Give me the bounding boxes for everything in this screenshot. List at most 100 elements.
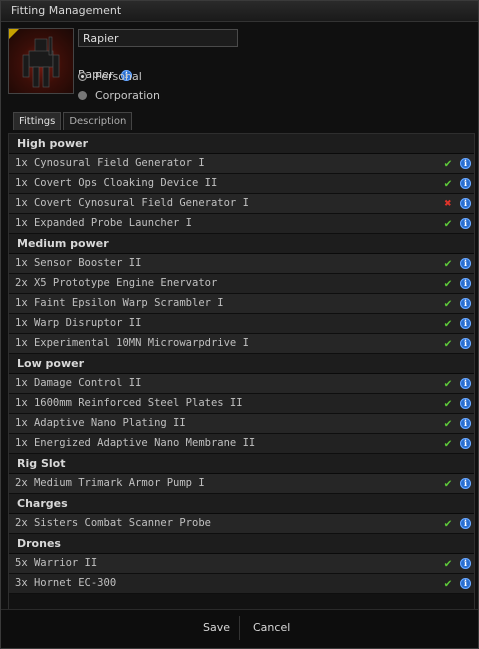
save-button[interactable]: Save — [193, 620, 240, 636]
info-icon[interactable]: i — [460, 318, 471, 329]
info-icon[interactable]: i — [460, 558, 471, 569]
checkmark-icon: ✔ — [444, 556, 452, 570]
fitting-header: Rapier i Personal Corporation — [1, 22, 478, 108]
module-row[interactable]: 1x Damage Control II ✔ i — [9, 374, 474, 394]
module-row[interactable]: 2x Medium Trimark Armor Pump I ✔ i — [9, 474, 474, 494]
section-header: High power — [9, 134, 474, 154]
info-icon[interactable]: i — [460, 158, 471, 169]
module-row[interactable]: 1x Sensor Booster II ✔ i — [9, 254, 474, 274]
checkmark-icon: ✔ — [444, 336, 452, 350]
section-items: 2x Medium Trimark Armor Pump I ✔ i — [9, 474, 474, 494]
tab-description[interactable]: Description — [63, 112, 133, 130]
section-items: 5x Warrior II ✔ i 3x Hornet EC-300 ✔ i — [9, 554, 474, 594]
checkmark-icon: ✔ — [444, 516, 452, 530]
module-label: 1x Covert Cynosural Field Generator I — [15, 197, 249, 209]
module-label: 1x Damage Control II — [15, 377, 142, 389]
info-icon[interactable]: i — [460, 438, 471, 449]
checkmark-icon: ✔ — [444, 296, 452, 310]
checkmark-icon: ✔ — [444, 376, 452, 390]
fitting-module-list[interactable]: High power 1x Cynosural Field Generator I… — [8, 133, 475, 611]
info-icon[interactable]: i — [460, 418, 471, 429]
module-row[interactable]: 1x Expanded Probe Launcher I ✔ i — [9, 214, 474, 234]
section-items: 1x Cynosural Field Generator I ✔ i 1x Cover… — [9, 154, 474, 234]
owner-personal-label: Personal — [95, 70, 142, 83]
dialog-footer: Save Cancel — [1, 609, 478, 648]
section-header: Low power — [9, 354, 474, 374]
module-label: 5x Warrior II — [15, 557, 98, 569]
checkmark-icon: ✔ — [444, 476, 452, 490]
section-header: Rig Slot — [9, 454, 474, 474]
checkmark-icon: ✔ — [444, 396, 452, 410]
module-row[interactable]: 1x Covert Ops Cloaking Device II ✔ i — [9, 174, 474, 194]
info-icon[interactable]: i — [460, 398, 471, 409]
section-items: 2x Sisters Combat Scanner Probe ✔ i — [9, 514, 474, 534]
module-label: 2x Medium Trimark Armor Pump I — [15, 477, 205, 489]
section-header: Medium power — [9, 234, 474, 254]
module-label: 1x Expanded Probe Launcher I — [15, 217, 193, 229]
info-icon[interactable]: i — [460, 338, 471, 349]
fitting-management-window: Fitting Management Rapier i — [0, 0, 479, 649]
module-row[interactable]: 1x Experimental 10MN Microwarpdrive I ✔ i — [9, 334, 474, 354]
section-header: Charges — [9, 494, 474, 514]
module-row[interactable]: 1x Faint Epsilon Warp Scrambler I ✔ i — [9, 294, 474, 314]
info-icon[interactable]: i — [460, 378, 471, 389]
module-label: 3x Hornet EC-300 — [15, 577, 117, 589]
fitting-name-input[interactable] — [78, 29, 238, 47]
owner-corporation-label: Corporation — [95, 89, 160, 102]
checkmark-icon: ✔ — [444, 276, 452, 290]
checkmark-icon: ✔ — [444, 576, 452, 590]
module-row[interactable]: 1x Adaptive Nano Plating II ✔ i — [9, 414, 474, 434]
button-divider — [239, 616, 240, 640]
module-label: 1x Cynosural Field Generator I — [15, 157, 205, 169]
module-row[interactable]: 1x Warp Disruptor II ✔ i — [9, 314, 474, 334]
module-label: 1x Covert Ops Cloaking Device II — [15, 177, 218, 189]
info-icon[interactable]: i — [460, 298, 471, 309]
tab-bar: Fittings Description — [13, 112, 478, 130]
module-row[interactable]: 1x Covert Cynosural Field Generator I ✖ i — [9, 194, 474, 214]
module-row[interactable]: 3x Hornet EC-300 ✔ i — [9, 574, 474, 594]
info-icon[interactable]: i — [460, 258, 471, 269]
checkmark-icon: ✔ — [444, 156, 452, 170]
tech-level-badge-icon — [9, 29, 19, 39]
tab-fittings[interactable]: Fittings — [13, 112, 62, 130]
checkmark-icon: ✔ — [444, 176, 452, 190]
section-header: Drones — [9, 534, 474, 554]
module-row[interactable]: 2x Sisters Combat Scanner Probe ✔ i — [9, 514, 474, 534]
module-label: 1x Faint Epsilon Warp Scrambler I — [15, 297, 224, 309]
checkmark-icon: ✔ — [444, 216, 452, 230]
info-icon[interactable]: i — [460, 478, 471, 489]
module-label: 1x Energized Adaptive Nano Membrane II — [15, 437, 256, 449]
info-icon[interactable]: i — [460, 178, 471, 189]
module-label: 1x Adaptive Nano Plating II — [15, 417, 186, 429]
module-row[interactable]: 5x Warrior II ✔ i — [9, 554, 474, 574]
owner-corporation-option[interactable]: Corporation — [78, 89, 160, 102]
module-row[interactable]: 1x 1600mm Reinforced Steel Plates II ✔ i — [9, 394, 474, 414]
module-label: 1x Warp Disruptor II — [15, 317, 142, 329]
owner-personal-option[interactable]: Personal — [78, 70, 142, 83]
window-title[interactable]: Fitting Management — [1, 1, 478, 22]
ship-thumbnail[interactable] — [8, 28, 74, 94]
missing-x-icon: ✖ — [444, 196, 452, 210]
info-icon[interactable]: i — [460, 218, 471, 229]
module-label: 2x X5 Prototype Engine Enervator — [15, 277, 218, 289]
cancel-button[interactable]: Cancel — [243, 620, 300, 636]
module-label: 1x 1600mm Reinforced Steel Plates II — [15, 397, 243, 409]
module-row[interactable]: 1x Cynosural Field Generator I ✔ i — [9, 154, 474, 174]
module-row[interactable]: 2x X5 Prototype Engine Enervator ✔ i — [9, 274, 474, 294]
checkmark-icon: ✔ — [444, 316, 452, 330]
radio-unselected-icon[interactable] — [78, 91, 87, 100]
info-icon[interactable]: i — [460, 198, 471, 209]
module-label: 2x Sisters Combat Scanner Probe — [15, 517, 211, 529]
info-icon[interactable]: i — [460, 278, 471, 289]
checkmark-icon: ✔ — [444, 416, 452, 430]
module-label: 1x Experimental 10MN Microwarpdrive I — [15, 337, 249, 349]
section-items: 1x Damage Control II ✔ i 1x 1600mm Reinforc… — [9, 374, 474, 454]
checkmark-icon: ✔ — [444, 256, 452, 270]
module-label: 1x Sensor Booster II — [15, 257, 142, 269]
module-row[interactable]: 1x Energized Adaptive Nano Membrane II ✔ i — [9, 434, 474, 454]
radio-selected-icon[interactable] — [78, 72, 87, 81]
info-icon[interactable]: i — [460, 518, 471, 529]
info-icon[interactable]: i — [460, 578, 471, 589]
checkmark-icon: ✔ — [444, 436, 452, 450]
section-items: 1x Sensor Booster II ✔ i 2x X5 Prototype En… — [9, 254, 474, 354]
